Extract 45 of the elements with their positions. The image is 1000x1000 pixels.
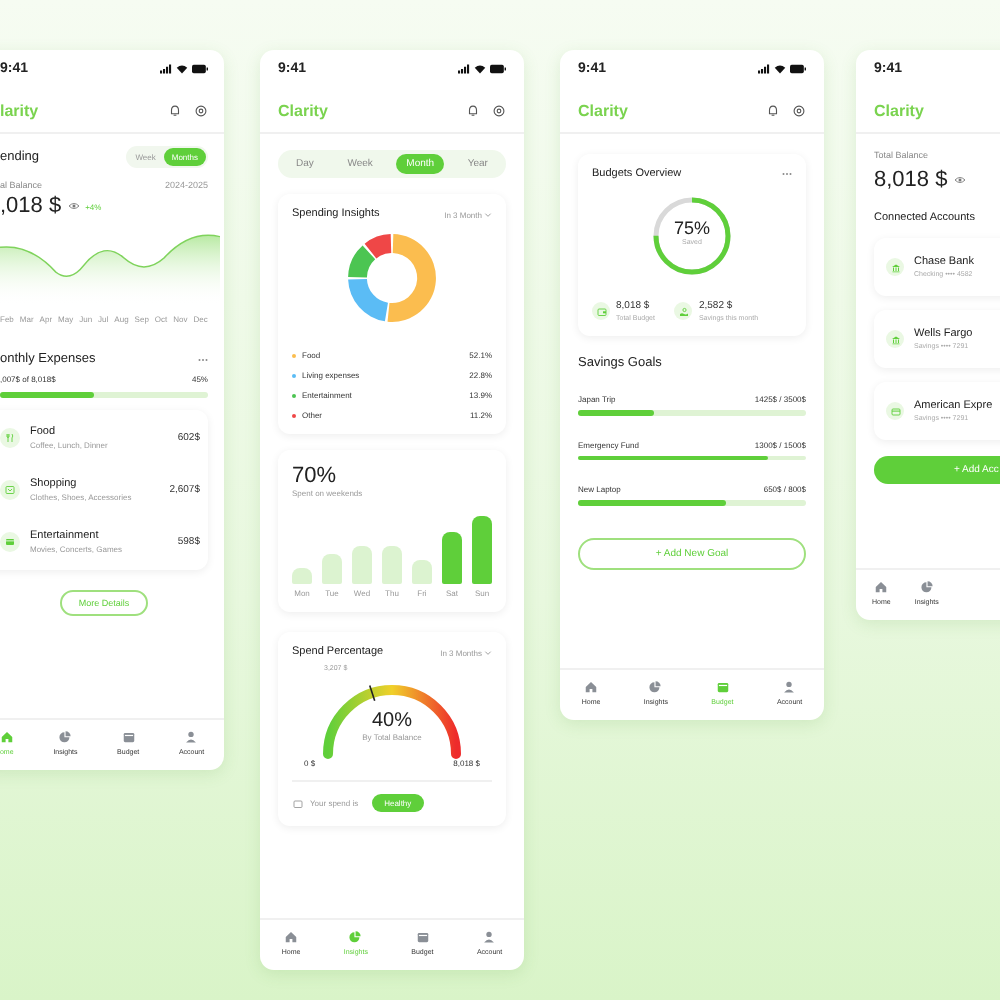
screen-icon bbox=[4, 483, 16, 495]
bell-icon[interactable] bbox=[168, 104, 182, 118]
settings-icon[interactable] bbox=[194, 104, 208, 118]
settings-icon[interactable] bbox=[792, 104, 806, 118]
app-title: larity bbox=[0, 102, 39, 120]
battery-icon bbox=[490, 63, 506, 73]
home-icon bbox=[874, 580, 889, 594]
card-icon bbox=[889, 405, 901, 417]
pie-chart-icon bbox=[919, 580, 934, 594]
app-title: Clarity bbox=[278, 102, 328, 120]
wifi-icon bbox=[474, 63, 486, 73]
bank-icon bbox=[889, 261, 901, 273]
signal-icon bbox=[160, 63, 172, 73]
pie-chart-icon bbox=[648, 680, 663, 694]
home-icon bbox=[284, 930, 299, 944]
weekend-percent: 70% bbox=[292, 464, 339, 488]
battery-icon bbox=[192, 63, 208, 73]
bell-icon[interactable] bbox=[766, 104, 780, 118]
pie-chart-icon bbox=[58, 730, 73, 744]
balance-amount: ,018 $ bbox=[0, 194, 62, 218]
gauge-percent: 40% bbox=[371, 710, 412, 732]
eye-icon[interactable] bbox=[953, 176, 966, 184]
progress-ring bbox=[648, 192, 736, 280]
wifi-icon bbox=[774, 63, 786, 73]
signal-icon bbox=[458, 63, 470, 73]
person-icon bbox=[782, 680, 797, 694]
person-icon bbox=[482, 930, 497, 944]
person-icon bbox=[184, 730, 199, 744]
wifi-icon bbox=[176, 63, 188, 73]
app-title: Clarity bbox=[578, 102, 628, 120]
home-icon bbox=[584, 680, 599, 694]
ticket-icon bbox=[4, 535, 16, 547]
balance-amount: 8,018 $ bbox=[874, 168, 948, 192]
home-icon bbox=[0, 730, 14, 744]
donut-slice bbox=[348, 245, 376, 278]
fork-knife-icon bbox=[4, 431, 16, 443]
pie-chart-icon bbox=[348, 930, 363, 944]
settings-icon[interactable] bbox=[492, 104, 506, 118]
eye-icon[interactable] bbox=[67, 202, 80, 210]
app-title: Clarity bbox=[874, 102, 924, 120]
bell-icon[interactable] bbox=[466, 104, 480, 118]
battery-icon bbox=[790, 63, 806, 73]
bank-icon bbox=[889, 333, 901, 345]
signal-icon bbox=[758, 63, 770, 73]
ring-percent: 75% bbox=[673, 218, 710, 238]
